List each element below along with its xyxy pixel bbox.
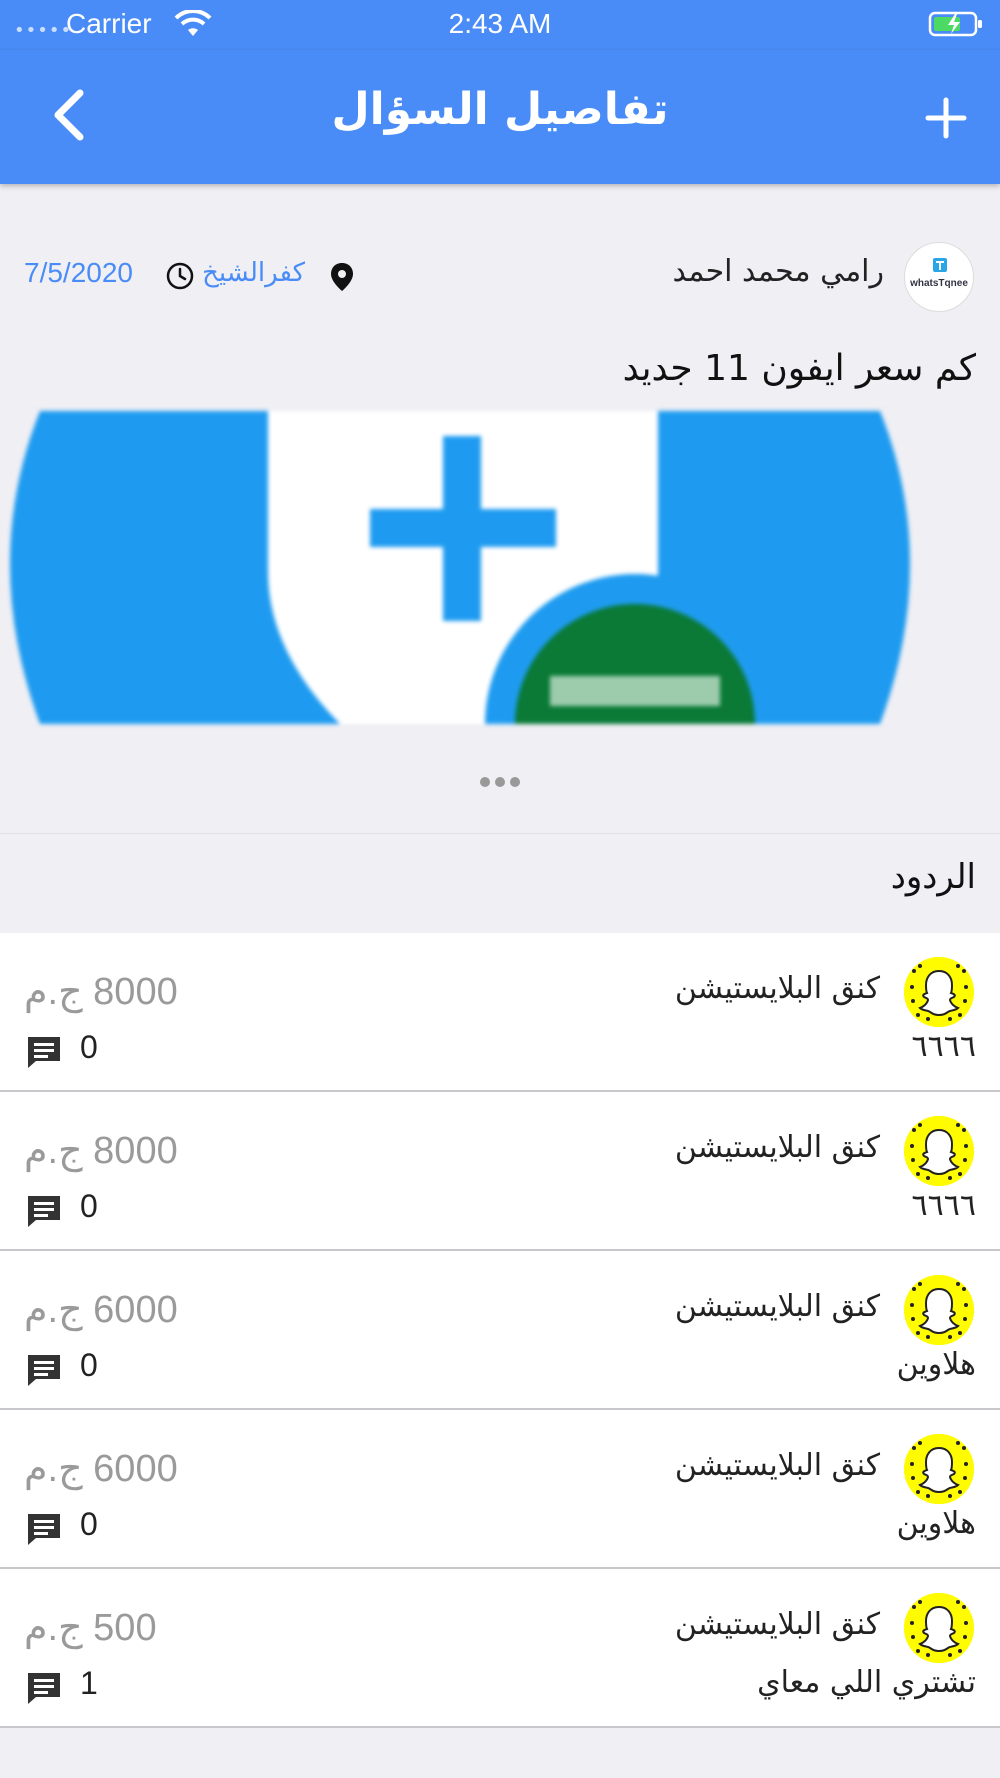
reply-row[interactable]: كنق البلايستيشن ٦٦٦٦ 8000 ج.م 0 (0, 933, 1000, 1092)
comment-icon[interactable] (26, 1035, 62, 1073)
reply-text: ٦٦٦٦ (911, 1029, 976, 1064)
location-label: كفرالشيخ (202, 258, 305, 288)
page-title: تفاصيل السؤال (331, 84, 669, 135)
comment-icon (28, 1355, 60, 1386)
reply-avatar[interactable] (904, 1434, 974, 1504)
navigation-bar: تفاصيل السؤال (0, 50, 1000, 184)
post-date: 7/5/2020 (24, 257, 133, 288)
reply-author-name: كنق البلايستيشن (674, 1607, 880, 1642)
question-text: كم سعر ايفون 11 جديد (622, 348, 976, 389)
reply-price: 8000 ج.م (24, 1130, 178, 1172)
section-divider (0, 833, 1000, 834)
comment-icon (28, 1673, 60, 1704)
comment-icon (28, 1037, 60, 1068)
reply-row[interactable]: كنق البلايستيشن ٦٦٦٦ 8000 ج.م 0 (0, 1092, 1000, 1251)
comment-icon[interactable] (26, 1512, 62, 1550)
reply-avatar[interactable] (904, 1116, 974, 1186)
reply-text: هلاوين (896, 1506, 976, 1541)
reply-price: 500 ج.م (24, 1607, 157, 1649)
comment-count: 0 (80, 1347, 98, 1383)
comment-count: 1 (80, 1665, 98, 1701)
whatstqnee-logo: whatsTqnee (909, 258, 968, 289)
snapcode-icon (904, 957, 974, 1027)
reply-row[interactable]: كنق البلايستيشن هلاوين 6000 ج.م 0 (0, 1251, 1000, 1410)
add-button[interactable] (916, 88, 976, 148)
reply-text: تشتري اللي معاي (757, 1665, 976, 1700)
clock-icon (165, 261, 195, 295)
comment-count: 0 (80, 1506, 98, 1542)
location-pin-icon (330, 262, 354, 296)
reply-author-name: كنق البلايستيشن (674, 1289, 880, 1324)
author-avatar[interactable]: whatsTqnee (904, 242, 974, 312)
clock-time: 2:43 AM (448, 8, 552, 39)
post-image[interactable] (0, 411, 928, 724)
comment-icon[interactable] (26, 1353, 62, 1391)
reply-author-name: كنق البلايستيشن (674, 1448, 880, 1483)
comment-icon (28, 1514, 60, 1545)
reply-text: ٦٦٦٦ (911, 1188, 976, 1223)
snapcode-icon (904, 1116, 974, 1186)
comment-icon[interactable] (26, 1194, 62, 1232)
reply-price: 6000 ج.م (24, 1289, 178, 1331)
battery-icon (928, 10, 984, 42)
reply-row[interactable]: كنق البلايستيشن هلاوين 6000 ج.م 0 (0, 1410, 1000, 1569)
reply-price: 8000 ج.م (24, 971, 178, 1013)
snapcode-icon (904, 1275, 974, 1345)
status-bar: ••••• Carrier 2:43 AM (0, 0, 1000, 50)
reply-avatar[interactable] (904, 1275, 974, 1345)
replies-header: الردود (890, 857, 976, 897)
reply-price: 6000 ج.م (24, 1448, 178, 1490)
snapcode-icon (904, 1593, 974, 1663)
snapcode-icon (904, 1434, 974, 1504)
reply-row[interactable]: كنق البلايستيشن تشتري اللي معاي 500 ج.م … (0, 1569, 1000, 1728)
reply-author-name: كنق البلايستيشن (674, 971, 880, 1006)
comment-count: 0 (80, 1029, 98, 1065)
comment-count: 0 (80, 1188, 98, 1224)
reply-avatar[interactable] (904, 957, 974, 1027)
author-name[interactable]: رامي محمد احمد (673, 254, 884, 289)
reply-author-name: كنق البلايستيشن (674, 1130, 880, 1165)
comment-icon[interactable] (26, 1671, 62, 1709)
plus-icon (925, 97, 967, 139)
reply-text: هلاوين (896, 1347, 976, 1382)
more-options-icon[interactable] (478, 774, 522, 788)
reply-avatar[interactable] (904, 1593, 974, 1663)
comment-icon (28, 1196, 60, 1227)
avatar-logo-text: whatsTqnee (909, 278, 968, 289)
replies-list: كنق البلايستيشن ٦٦٦٦ 8000 ج.م 0 كنق البل… (0, 933, 1000, 1728)
